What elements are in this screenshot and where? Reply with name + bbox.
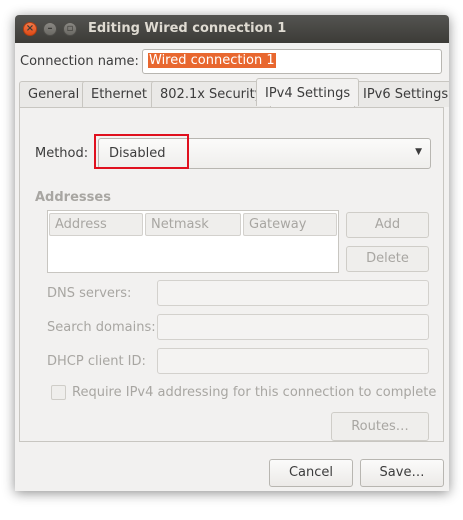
- column-header-netmask[interactable]: Netmask: [145, 213, 241, 236]
- minimize-icon: –: [47, 23, 53, 34]
- column-header-address[interactable]: Address: [49, 213, 143, 236]
- cancel-button[interactable]: Cancel: [269, 459, 353, 487]
- title-bar[interactable]: × – ▫ Editing Wired connection 1: [15, 15, 449, 43]
- tab-ethernet[interactable]: Ethernet: [82, 81, 156, 107]
- close-button[interactable]: ×: [23, 22, 37, 36]
- search-domains-input[interactable]: [157, 314, 429, 340]
- tab-8021x-security[interactable]: 802.1x Security: [151, 81, 272, 107]
- annotation-highlight-box: [94, 134, 189, 169]
- method-label: Method:: [35, 146, 89, 161]
- addresses-heading: Addresses: [35, 190, 111, 205]
- close-icon: ×: [25, 23, 35, 34]
- dns-servers-input[interactable]: [157, 280, 429, 306]
- connection-name-label: Connection name:: [20, 54, 139, 69]
- connection-name-input[interactable]: Wired connection 1: [142, 49, 442, 74]
- tab-ipv4-settings[interactable]: IPv4 Settings: [256, 78, 360, 106]
- maximize-button[interactable]: ▫: [63, 22, 77, 36]
- dhcp-client-id-input[interactable]: [157, 348, 429, 374]
- save-button[interactable]: Save…: [360, 459, 444, 487]
- search-domains-label: Search domains:: [47, 320, 156, 335]
- column-header-gateway[interactable]: Gateway: [243, 213, 337, 236]
- require-ipv4-label: Require IPv4 addressing for this connect…: [72, 385, 437, 400]
- ipv4-settings-panel: Method: Disabled ▼ Addresses Address Net…: [19, 107, 444, 442]
- addresses-table[interactable]: Address Netmask Gateway: [47, 210, 339, 273]
- maximize-icon: ▫: [66, 23, 74, 34]
- delete-address-button[interactable]: Delete: [346, 246, 429, 272]
- dialog-window: × – ▫ Editing Wired connection 1 Connect…: [15, 15, 449, 491]
- add-address-button[interactable]: Add: [346, 212, 429, 238]
- window-title: Editing Wired connection 1: [88, 21, 287, 36]
- routes-button[interactable]: Routes…: [331, 412, 429, 441]
- chevron-down-icon: ▼: [415, 147, 422, 157]
- tab-general[interactable]: General: [19, 81, 89, 107]
- dhcp-client-id-label: DHCP client ID:: [47, 354, 146, 369]
- tab-ipv6-settings[interactable]: IPv6 Settings: [354, 81, 449, 107]
- minimize-button[interactable]: –: [43, 22, 57, 36]
- connection-name-value: Wired connection 1: [148, 53, 276, 68]
- dns-servers-label: DNS servers:: [47, 286, 132, 301]
- require-ipv4-checkbox[interactable]: [51, 385, 66, 400]
